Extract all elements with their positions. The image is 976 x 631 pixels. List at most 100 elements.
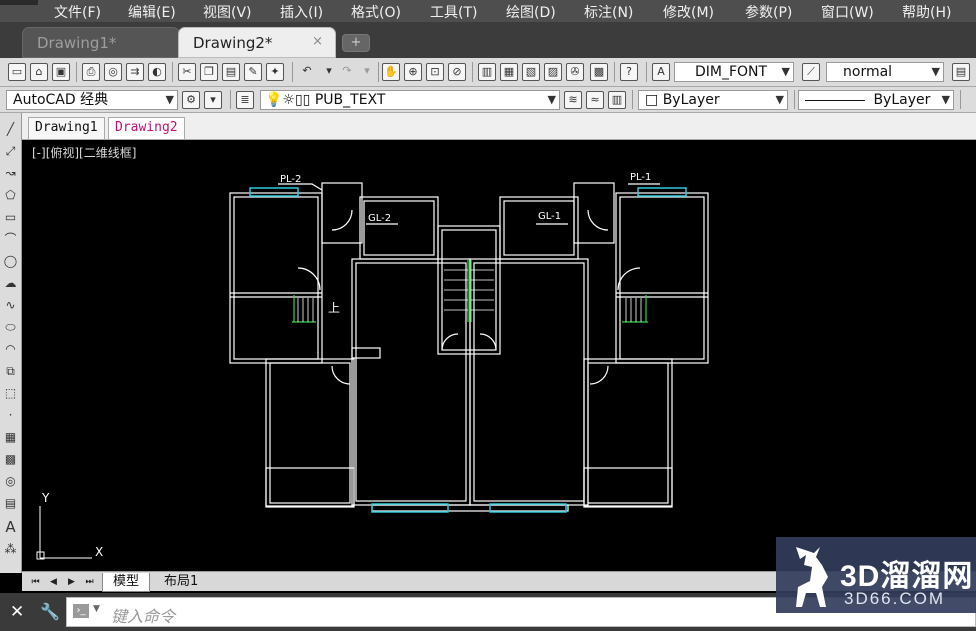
menu-parameter[interactable]: 参数(P) bbox=[745, 2, 792, 22]
calculator-icon[interactable]: ▩ bbox=[590, 63, 608, 81]
tool-palettes-icon[interactable]: ▧ bbox=[522, 63, 540, 81]
toolbar-separator bbox=[292, 62, 293, 82]
tab-layout1[interactable]: 布局1 bbox=[154, 573, 208, 592]
label-gl1: GL-1 bbox=[538, 211, 561, 222]
make-current-layer-icon[interactable]: ≋ bbox=[564, 91, 582, 109]
menu-format[interactable]: 格式(O) bbox=[351, 2, 401, 22]
menu-tools[interactable]: 工具(T) bbox=[430, 2, 477, 22]
close-icon[interactable]: ✕ bbox=[10, 602, 24, 622]
wrench-icon[interactable]: 🔧 bbox=[40, 602, 60, 621]
ucs-x-label: X bbox=[95, 545, 103, 559]
construction-line-icon[interactable]: ⤢ bbox=[2, 143, 19, 160]
open-icon[interactable]: ⌂ bbox=[30, 63, 48, 81]
workspace-settings-icon[interactable]: ⚙ bbox=[182, 91, 200, 109]
menu-draw[interactable]: 绘图(D) bbox=[506, 2, 556, 22]
properties-icon[interactable]: ▥ bbox=[478, 63, 496, 81]
preview-icon[interactable]: ◎ bbox=[104, 63, 122, 81]
dim-style-select[interactable]: normal ▼ bbox=[826, 62, 944, 82]
pan-icon[interactable]: ✋ bbox=[382, 63, 400, 81]
tab-model[interactable]: 模型 bbox=[102, 573, 151, 592]
toolbar-separator bbox=[172, 62, 173, 82]
layer-previous-icon[interactable]: ≈ bbox=[586, 91, 604, 109]
make-block-icon[interactable]: ⬚ bbox=[2, 385, 19, 402]
text-style-select[interactable]: DIM_FONT ▼ bbox=[674, 62, 794, 82]
help-icon[interactable]: ? bbox=[620, 63, 638, 81]
sheet-set-icon[interactable]: ▨ bbox=[544, 63, 562, 81]
print-icon[interactable]: ⎙ bbox=[82, 63, 100, 81]
command-placeholder: 键入命令 bbox=[111, 607, 176, 626]
match-properties-icon[interactable]: ✎ bbox=[244, 63, 262, 81]
color-value: ByLayer bbox=[662, 92, 720, 108]
menu-view[interactable]: 视图(V) bbox=[203, 2, 252, 22]
linetype-select[interactable]: ByLayer ▼ bbox=[798, 90, 954, 110]
layer-isolate-icon[interactable]: ▥ bbox=[608, 91, 626, 109]
table-style-icon[interactable]: ▤ bbox=[952, 63, 970, 81]
circle-icon[interactable]: ◯ bbox=[2, 253, 19, 270]
color-select[interactable]: □ ByLayer ▼ bbox=[638, 90, 788, 110]
layer-properties-icon[interactable]: ≣ bbox=[236, 91, 254, 109]
menu-insert[interactable]: 插入(I) bbox=[280, 2, 323, 22]
cut-icon[interactable]: ✂ bbox=[178, 63, 196, 81]
table-icon[interactable]: ▤ bbox=[2, 495, 19, 512]
file-tab-drawing2[interactable]: Drawing2 bbox=[108, 117, 185, 139]
menu-edit[interactable]: 编辑(E) bbox=[128, 2, 176, 22]
text-style-icon[interactable]: A bbox=[652, 63, 670, 81]
point-icon[interactable]: · bbox=[2, 407, 19, 424]
menu-help[interactable]: 帮助(H) bbox=[902, 2, 951, 22]
design-center-icon[interactable]: ▦ bbox=[500, 63, 518, 81]
menu-file[interactable]: 文件(F) bbox=[54, 2, 101, 22]
menu-modify[interactable]: 修改(M) bbox=[663, 2, 714, 22]
doc-tab-drawing1[interactable]: Drawing1* bbox=[22, 27, 180, 58]
ellipse-arc-icon[interactable]: ◠ bbox=[2, 341, 19, 358]
polyline-icon[interactable]: ↝ bbox=[2, 165, 19, 182]
multiline-text-icon[interactable]: A bbox=[2, 519, 19, 536]
close-icon[interactable]: × bbox=[312, 34, 323, 49]
zoom-window-icon[interactable]: ⊡ bbox=[426, 63, 444, 81]
arc-icon[interactable]: ⌒ bbox=[2, 231, 19, 248]
ucs-icon bbox=[36, 506, 92, 560]
chevron-down-icon[interactable]: ▼ bbox=[93, 604, 100, 614]
zoom-realtime-icon[interactable]: ⊕ bbox=[404, 63, 422, 81]
first-layout-icon[interactable]: ⏮ bbox=[30, 575, 41, 589]
insert-block-icon[interactable]: ⧉ bbox=[2, 363, 19, 380]
redo-icon[interactable]: ↷ bbox=[338, 63, 356, 81]
rectangle-icon[interactable]: ▭ bbox=[2, 209, 19, 226]
line-icon[interactable]: ╱ bbox=[2, 121, 19, 138]
spline-icon[interactable]: ∿ bbox=[2, 297, 19, 314]
last-layout-icon[interactable]: ⏭ bbox=[84, 575, 95, 589]
undo-icon[interactable]: ↶ bbox=[298, 63, 316, 81]
markup-icon[interactable]: ✇ bbox=[566, 63, 584, 81]
plot-3d-icon[interactable]: ◐ bbox=[148, 63, 166, 81]
ellipse-icon[interactable]: ⬭ bbox=[2, 319, 19, 336]
menu-dimension[interactable]: 标注(N) bbox=[584, 2, 633, 22]
new-tab-button[interactable]: + bbox=[342, 34, 370, 52]
doc-tab-drawing2[interactable]: Drawing2* × bbox=[178, 27, 336, 58]
toolbar-separator bbox=[960, 90, 961, 109]
redo-dropdown-icon[interactable]: ▾ bbox=[358, 63, 376, 81]
zoom-previous-icon[interactable]: ⊘ bbox=[448, 63, 466, 81]
layers-toolbar: AutoCAD 经典 ▼ ⚙ ▾ ≣ 💡☼▯▯ PUB_TEXT ▼ ≋ ≈ ▥… bbox=[0, 87, 976, 113]
customize-icon[interactable]: ▾ bbox=[204, 91, 222, 109]
wall bbox=[229, 192, 323, 364]
region-icon[interactable]: ◎ bbox=[2, 473, 19, 490]
menu-window[interactable]: 窗口(W) bbox=[821, 2, 874, 22]
layer-select[interactable]: 💡☼▯▯ PUB_TEXT ▼ bbox=[260, 90, 560, 110]
new-icon[interactable]: ▭ bbox=[8, 63, 26, 81]
drawing-canvas[interactable]: [-][俯视][二维线框] PL-2 PL-1 GL-2 GL-1 上 Y X bbox=[22, 140, 976, 571]
prev-layout-icon[interactable]: ◀ bbox=[48, 575, 59, 589]
save-icon[interactable]: ▣ bbox=[52, 63, 70, 81]
paste-icon[interactable]: ▤ bbox=[222, 63, 240, 81]
undo-dropdown-icon[interactable]: ▾ bbox=[320, 63, 338, 81]
next-layout-icon[interactable]: ▶ bbox=[66, 575, 77, 589]
revision-cloud-icon[interactable]: ☁ bbox=[2, 275, 19, 292]
file-tab-drawing1[interactable]: Drawing1 bbox=[28, 117, 105, 139]
polygon-icon[interactable]: ⬠ bbox=[2, 187, 19, 204]
hatch-icon[interactable]: ▦ bbox=[2, 429, 19, 446]
dim-style-icon[interactable]: ⟋ bbox=[802, 63, 820, 81]
gradient-icon[interactable]: ▩ bbox=[2, 451, 19, 468]
add-selected-icon[interactable]: ⁂ bbox=[2, 541, 19, 558]
copy-icon[interactable]: ❐ bbox=[200, 63, 218, 81]
block-editor-icon[interactable]: ✦ bbox=[266, 63, 284, 81]
publish-icon[interactable]: ⇉ bbox=[126, 63, 144, 81]
workspace-select[interactable]: AutoCAD 经典 ▼ bbox=[6, 90, 178, 110]
